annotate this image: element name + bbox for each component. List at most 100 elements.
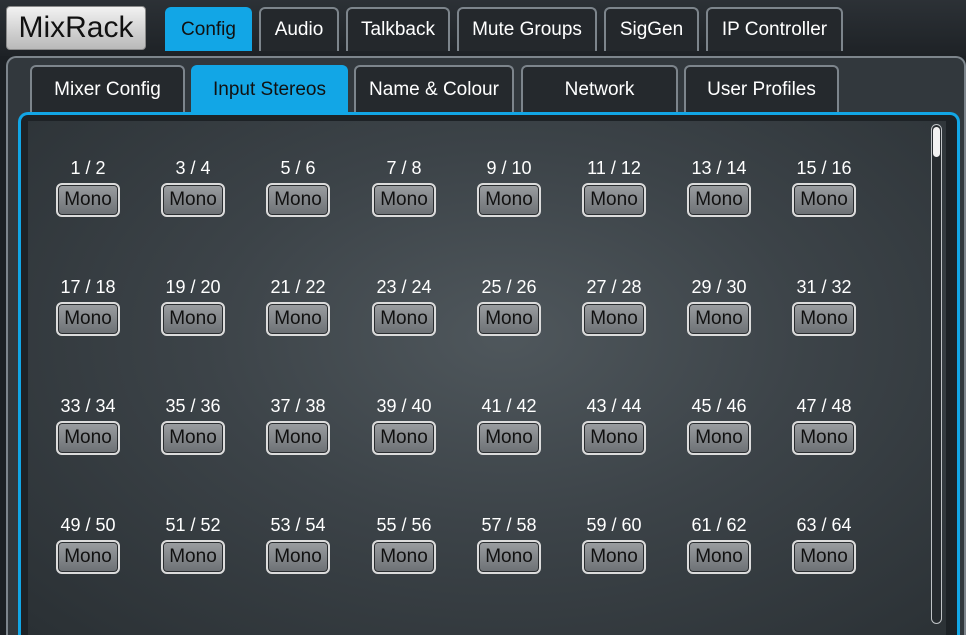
mono-stereo-toggle-button[interactable]: Mono (266, 302, 330, 336)
stereo-pair-cell: 29 / 30 Mono (686, 276, 791, 351)
stereo-pair-label: 1 / 2 (70, 158, 106, 178)
stereo-pair-label: 27 / 28 (586, 277, 642, 297)
stereo-pair-cell: 61 / 62 Mono (686, 514, 791, 589)
stereo-pair-label: 21 / 22 (270, 277, 326, 297)
stereo-pair-label: 29 / 30 (691, 277, 747, 297)
mono-stereo-toggle-button[interactable]: Mono (687, 421, 751, 455)
stereo-pair-label: 53 / 54 (270, 515, 326, 535)
mono-stereo-toggle-button[interactable]: Mono (56, 421, 120, 455)
tab-ip-controller[interactable]: IP Controller (706, 7, 843, 51)
stereo-pair-label: 37 / 38 (270, 396, 326, 416)
mono-stereo-toggle-button[interactable]: Mono (161, 421, 225, 455)
stereo-pair-cell: 37 / 38 Mono (265, 395, 370, 470)
mono-stereo-toggle-button[interactable]: Mono (266, 540, 330, 574)
mono-stereo-toggle-button[interactable]: Mono (477, 421, 541, 455)
stereo-pair-cell: 49 / 50 Mono (55, 514, 160, 589)
stereo-pair-label: 11 / 12 (587, 158, 641, 178)
mono-stereo-toggle-button[interactable]: Mono (161, 183, 225, 217)
stereo-pair-cell: 53 / 54 Mono (265, 514, 370, 589)
subtab-network[interactable]: Network (521, 65, 678, 113)
stereo-pair-label: 35 / 36 (165, 396, 221, 416)
subtab-mixer-config[interactable]: Mixer Config (30, 65, 185, 113)
mono-stereo-toggle-button[interactable]: Mono (372, 183, 436, 217)
stereo-pair-cell: 39 / 40 Mono (371, 395, 476, 470)
mono-stereo-toggle-button[interactable]: Mono (792, 540, 856, 574)
stereo-pair-label: 39 / 40 (376, 396, 432, 416)
scrollbar-thumb[interactable] (933, 127, 940, 157)
stereo-pair-label: 47 / 48 (796, 396, 852, 416)
stereo-pair-label: 51 / 52 (165, 515, 221, 535)
stereo-pair-cell: 9 / 10 Mono (476, 157, 581, 232)
mono-stereo-toggle-button[interactable]: Mono (582, 183, 646, 217)
stereo-pair-cell: 55 / 56 Mono (371, 514, 476, 589)
tab-mute-groups[interactable]: Mute Groups (457, 7, 597, 51)
stereo-pair-cell: 63 / 64 Mono (791, 514, 896, 589)
stereo-pair-cell: 47 / 48 Mono (791, 395, 896, 470)
stereo-pair-cell: 25 / 26 Mono (476, 276, 581, 351)
mono-stereo-toggle-button[interactable]: Mono (792, 302, 856, 336)
stereo-pair-cell: 31 / 32 Mono (791, 276, 896, 351)
stereo-pair-label: 57 / 58 (481, 515, 537, 535)
stereo-pair-cell: 5 / 6 Mono (265, 157, 370, 232)
mono-stereo-toggle-button[interactable]: Mono (266, 421, 330, 455)
mono-stereo-toggle-button[interactable]: Mono (792, 183, 856, 217)
stereo-pair-cell: 35 / 36 Mono (160, 395, 265, 470)
stereo-pair-cell: 51 / 52 Mono (160, 514, 265, 589)
stereo-pair-label: 49 / 50 (60, 515, 116, 535)
mono-stereo-toggle-button[interactable]: Mono (372, 302, 436, 336)
stereo-pair-cell: 19 / 20 Mono (160, 276, 265, 351)
stereo-pair-label: 3 / 4 (175, 158, 211, 178)
mono-stereo-toggle-button[interactable]: Mono (56, 302, 120, 336)
subtab-input-stereos[interactable]: Input Stereos (191, 65, 348, 113)
mono-stereo-toggle-button[interactable]: Mono (161, 540, 225, 574)
mono-stereo-toggle-button[interactable]: Mono (372, 540, 436, 574)
stereo-pair-label: 59 / 60 (586, 515, 642, 535)
mono-stereo-toggle-button[interactable]: Mono (477, 302, 541, 336)
stereo-pair-cell: 43 / 44 Mono (581, 395, 686, 470)
mono-stereo-toggle-button[interactable]: Mono (582, 302, 646, 336)
stereo-pair-label: 55 / 56 (376, 515, 432, 535)
tab-audio[interactable]: Audio (259, 7, 339, 51)
stereo-pair-label: 23 / 24 (376, 277, 432, 297)
mono-stereo-toggle-button[interactable]: Mono (687, 302, 751, 336)
stereo-pair-label: 31 / 32 (796, 277, 852, 297)
stereo-pair-label: 25 / 26 (481, 277, 537, 297)
subtab-name-colour[interactable]: Name & Colour (354, 65, 514, 113)
stereo-pair-label: 13 / 14 (691, 158, 747, 178)
stereo-pair-cell: 3 / 4 Mono (160, 157, 265, 232)
mixrack-logo: MixRack (6, 6, 146, 50)
mono-stereo-toggle-button[interactable]: Mono (477, 540, 541, 574)
stereo-pair-label: 15 / 16 (796, 158, 852, 178)
stereo-pair-label: 33 / 34 (60, 396, 116, 416)
tab-config[interactable]: Config (165, 7, 252, 51)
stereo-pair-cell: 21 / 22 Mono (265, 276, 370, 351)
mono-stereo-toggle-button[interactable]: Mono (266, 183, 330, 217)
mono-stereo-toggle-button[interactable]: Mono (372, 421, 436, 455)
stereo-pair-label: 43 / 44 (586, 396, 642, 416)
stereo-pair-label: 5 / 6 (280, 158, 316, 178)
stereo-pair-cell: 17 / 18 Mono (55, 276, 160, 351)
mono-stereo-toggle-button[interactable]: Mono (687, 183, 751, 217)
stereo-pair-label: 63 / 64 (796, 515, 852, 535)
mono-stereo-toggle-button[interactable]: Mono (56, 540, 120, 574)
stereo-pair-cell: 57 / 58 Mono (476, 514, 581, 589)
tab-talkback[interactable]: Talkback (346, 7, 450, 51)
mono-stereo-toggle-button[interactable]: Mono (56, 183, 120, 217)
stereo-pair-cell: 27 / 28 Mono (581, 276, 686, 351)
stereo-pair-label: 9 / 10 (486, 158, 532, 178)
tab-siggen[interactable]: SigGen (604, 7, 699, 51)
top-bar: MixRack Config Audio Talkback Mute Group… (0, 0, 966, 56)
mono-stereo-toggle-button[interactable]: Mono (582, 540, 646, 574)
stereo-pair-cell: 59 / 60 Mono (581, 514, 686, 589)
mono-stereo-toggle-button[interactable]: Mono (582, 421, 646, 455)
stereo-pair-cell: 1 / 2 Mono (55, 157, 160, 232)
vertical-scrollbar[interactable] (931, 124, 942, 624)
mono-stereo-toggle-button[interactable]: Mono (792, 421, 856, 455)
mono-stereo-toggle-button[interactable]: Mono (161, 302, 225, 336)
mono-stereo-toggle-button[interactable]: Mono (687, 540, 751, 574)
stereo-pair-label: 61 / 62 (691, 515, 747, 535)
stereo-pair-cell: 13 / 14 Mono (686, 157, 791, 232)
subtab-user-profiles[interactable]: User Profiles (684, 65, 839, 113)
mono-stereo-toggle-button[interactable]: Mono (477, 183, 541, 217)
stereo-pair-cell: 11 / 12 Mono (581, 157, 686, 232)
